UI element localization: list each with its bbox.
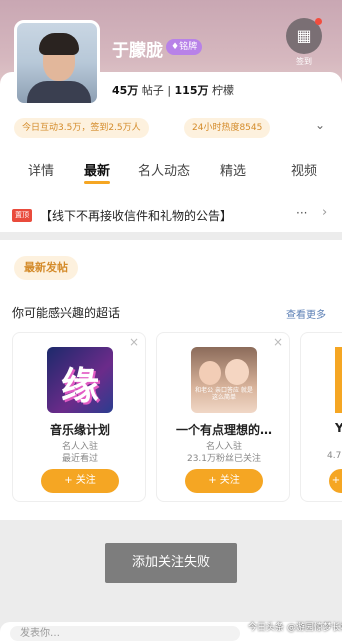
notice-more-dots: ···: [296, 206, 308, 220]
comment-input[interactable]: 发表你…: [10, 626, 240, 641]
profile-name: 于朦胧: [112, 41, 163, 61]
close-icon[interactable]: ×: [129, 335, 139, 349]
avatar[interactable]: [14, 20, 100, 106]
chevron-right-icon: ›: [322, 205, 328, 220]
heat-stats-pill: 24小时热度8545: [184, 118, 271, 138]
profile-stats: 45万 帖子 | 115万 柠檬: [112, 82, 234, 98]
posts-label: 帖子: [141, 84, 164, 97]
close-icon[interactable]: ×: [273, 335, 283, 349]
recommend-more-link[interactable]: 查看更多: [286, 306, 326, 321]
watermark: 今日头条 @游园惊梦长相思: [248, 623, 342, 633]
tab-latest[interactable]: 最新: [84, 160, 110, 179]
notification-dot: [315, 18, 322, 25]
card-image: [335, 347, 342, 413]
card-image: 和老公 亲口答应 就是这么简单: [191, 347, 257, 413]
interaction-stats-pill: 今日互动3.5万，签到2.5万人: [14, 118, 149, 138]
card-image-text: 和老公 亲口答应 就是这么简单: [195, 387, 253, 401]
tab-celebrity-news[interactable]: 名人动态: [138, 160, 190, 179]
card-image-text: 缘: [60, 364, 99, 408]
card-image: 缘: [47, 347, 113, 413]
fans-count: 115万: [174, 84, 209, 97]
toast-message: 添加关注失败: [105, 543, 237, 583]
recommend-card-partial[interactable]: Y 4.7 +: [300, 332, 342, 502]
card-subtitle: 4.7: [327, 451, 342, 461]
follow-button[interactable]: + 关注: [185, 469, 263, 493]
face-shape: [199, 361, 221, 385]
card-subtitle: 最近看过: [61, 454, 98, 464]
tab-featured[interactable]: 精选: [220, 160, 246, 179]
card-subtitle: 23.1万粉丝已关注: [186, 454, 262, 464]
diamond-icon: ♦: [171, 42, 180, 52]
avatar-body-shape: [27, 81, 91, 103]
card-name: Y: [335, 421, 342, 435]
badge-label: 铭牌: [179, 42, 198, 52]
follow-button[interactable]: +: [329, 469, 342, 493]
fans-label: 柠檬: [212, 84, 234, 97]
sign-in-label[interactable]: 签到: [286, 56, 322, 67]
stats-separator: |: [167, 84, 172, 97]
recommend-title: 你可能感兴趣的超话: [12, 306, 121, 320]
latest-posts-button[interactable]: 最新发帖: [14, 256, 78, 280]
active-tab-underline: [84, 181, 110, 184]
tab-video[interactable]: 视频: [291, 160, 317, 179]
card-name: 音乐缘计划: [49, 423, 110, 437]
recommend-card[interactable]: × 和老公 亲口答应 就是这么简单 一个有点理想的… 名人入驻 23.1万粉丝已…: [156, 332, 290, 502]
tab-details[interactable]: 详情: [28, 160, 54, 179]
notice-text: 【线下不再接收信件和礼物的公告】: [40, 209, 233, 223]
name-badge[interactable]: ♦铭牌: [166, 39, 203, 55]
pinned-notice-bar[interactable]: 置顶 【线下不再接收信件和礼物的公告】 ··· ›: [0, 198, 342, 232]
recommend-card[interactable]: × 缘 音乐缘计划 名人入驻 最近看过 + 关注: [12, 332, 146, 502]
pinned-tag: 置顶: [12, 209, 32, 222]
card-name: 一个有点理想的…: [175, 423, 272, 437]
posts-count: 45万: [112, 84, 139, 97]
chevron-down-icon[interactable]: ⌄: [315, 118, 325, 132]
follow-button[interactable]: + 关注: [41, 469, 119, 493]
face-shape: [225, 359, 249, 385]
avatar-hair-shape: [39, 33, 79, 55]
main-content: 最新发帖 你可能感兴趣的超话 查看更多 × 缘 音乐缘计划 名人入驻 最近看过 …: [0, 240, 342, 520]
